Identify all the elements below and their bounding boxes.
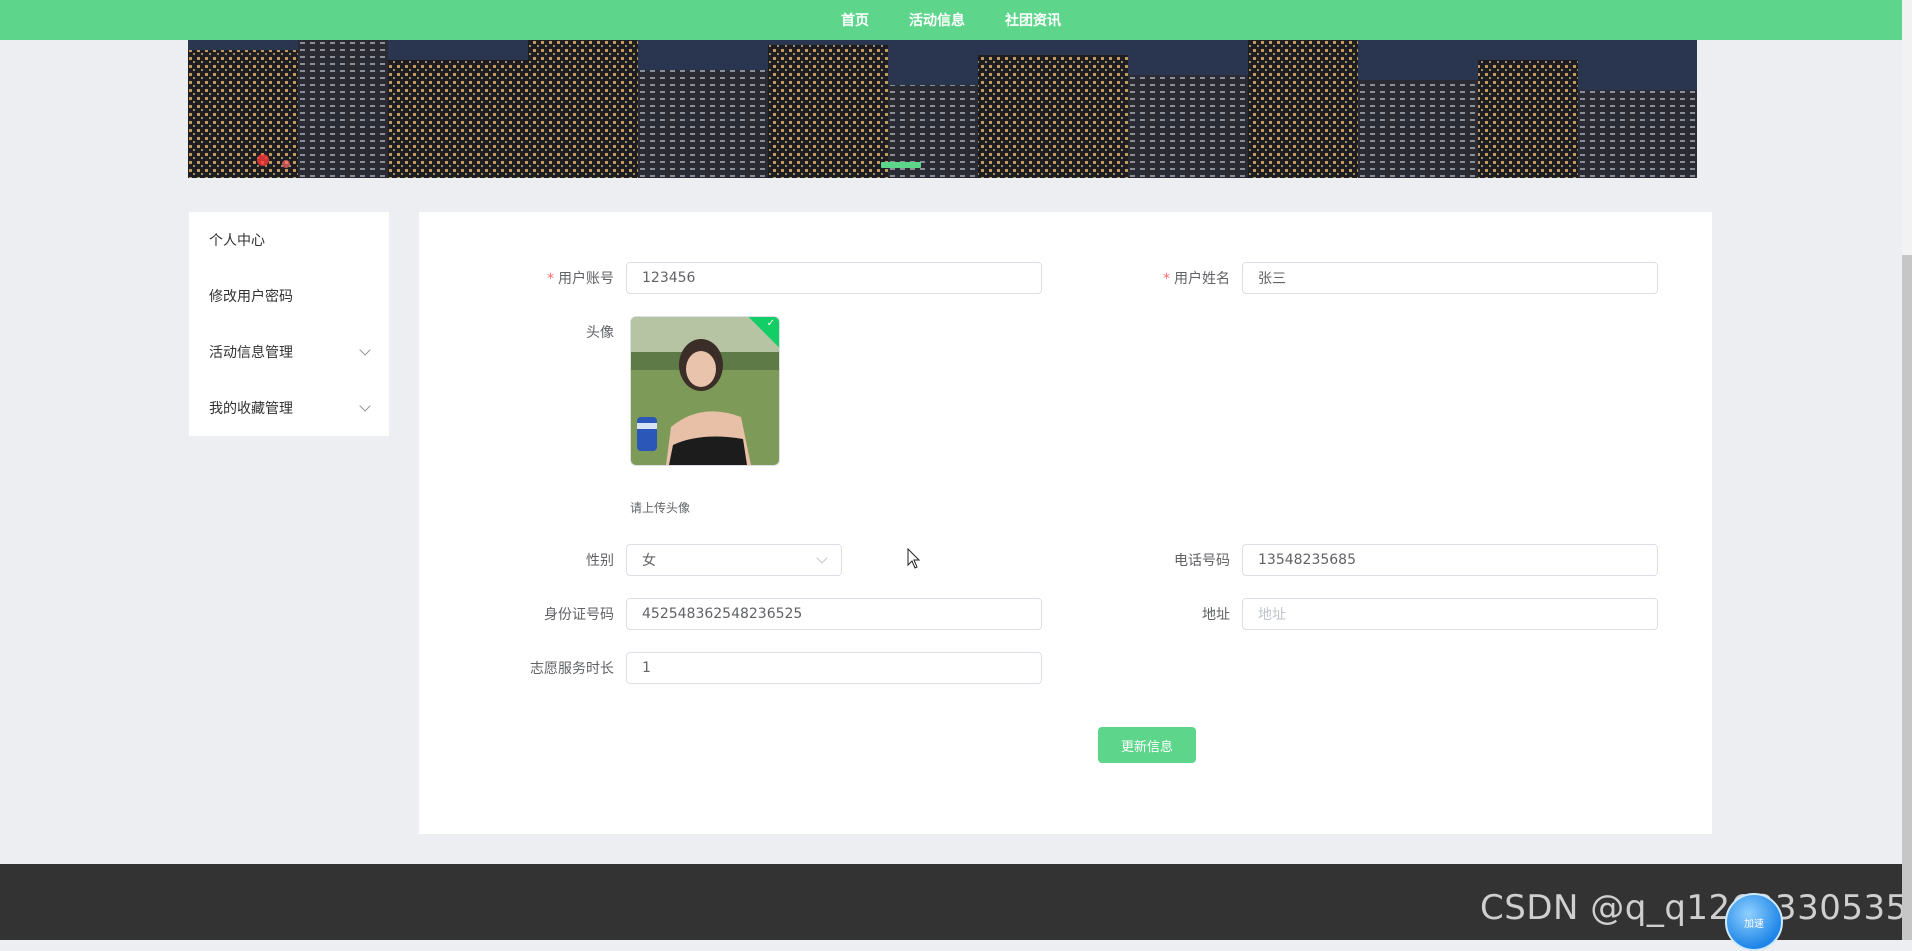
- chevron-down-icon: [359, 400, 371, 412]
- csdn-watermark: CSDN @q_q1262330535: [1480, 888, 1908, 928]
- avatar-uploader[interactable]: ✓: [630, 316, 780, 466]
- id-number-row: 身份证号码 452548362548236525: [504, 598, 1042, 630]
- phone-label: 电话号码: [1174, 553, 1230, 569]
- avatar-label: 头像: [586, 325, 614, 341]
- sidebar-item-label: 我的收藏管理: [209, 401, 293, 417]
- phone-input[interactable]: 13548235685: [1242, 544, 1658, 576]
- nav-item-activities[interactable]: 活动信息: [909, 10, 965, 30]
- profile-form-card: *用户账号 123456 *用户姓名 张三 头像 ✓ 请上传头像 性别 女: [419, 212, 1712, 834]
- sidebar-item-personal-center[interactable]: 个人中心: [189, 212, 389, 268]
- volunteer-hours-input[interactable]: 1: [626, 652, 1042, 684]
- avatar-image: [631, 317, 779, 465]
- chevron-down-icon: [816, 552, 828, 564]
- volunteer-hours-label: 志愿服务时长: [530, 661, 614, 677]
- nav-item-home[interactable]: 首页: [841, 10, 869, 30]
- gender-select[interactable]: 女: [626, 544, 842, 576]
- gender-row: 性别 女: [504, 544, 842, 576]
- sidebar-item-favorites-management[interactable]: 我的收藏管理: [189, 380, 389, 436]
- banner-carousel: [188, 40, 1697, 178]
- check-icon: ✓: [766, 318, 775, 329]
- address-input[interactable]: 地址: [1242, 598, 1658, 630]
- avatar-row: 头像: [504, 316, 626, 342]
- volunteer-hours-row: 志愿服务时长 1: [504, 652, 1042, 684]
- gender-label: 性别: [586, 553, 614, 569]
- top-nav: 首页 活动信息 社团资讯: [0, 0, 1902, 40]
- floating-accelerator-ball[interactable]: 加速: [1725, 893, 1783, 951]
- name-input[interactable]: 张三: [1242, 262, 1658, 294]
- avatar-hint: 请上传头像: [630, 501, 691, 515]
- sidebar-item-label: 修改用户密码: [209, 289, 293, 305]
- city-skyline-image: [188, 40, 1697, 178]
- sidebar-item-change-password[interactable]: 修改用户密码: [189, 268, 389, 324]
- sidebar-item-activity-management[interactable]: 活动信息管理: [189, 324, 389, 380]
- address-row: 地址 地址: [1120, 598, 1658, 630]
- sidebar-item-label: 活动信息管理: [209, 345, 293, 361]
- required-mark: *: [1163, 271, 1170, 287]
- account-row: * 用户账号 123456: [504, 262, 1042, 294]
- address-label: 地址: [1202, 607, 1230, 623]
- scrollbar-thumb[interactable]: [1902, 255, 1912, 940]
- mouse-cursor-icon: [907, 548, 921, 569]
- gender-value: 女: [642, 553, 656, 569]
- name-label: * 用户姓名: [1163, 271, 1230, 287]
- phone-row: 电话号码 13548235685: [1120, 544, 1658, 576]
- sidebar-menu: 个人中心 修改用户密码 活动信息管理 我的收藏管理: [189, 212, 389, 436]
- sidebar-item-label: 个人中心: [209, 233, 265, 249]
- nav-item-club-news[interactable]: 社团资讯: [1005, 10, 1061, 30]
- account-input[interactable]: 123456: [626, 262, 1042, 294]
- account-label: * 用户账号: [547, 271, 614, 287]
- page-scrollbar[interactable]: [1902, 0, 1912, 940]
- id-number-input[interactable]: 452548362548236525: [626, 598, 1042, 630]
- required-mark: *: [547, 271, 554, 287]
- name-row: * 用户姓名 张三: [1120, 262, 1658, 294]
- id-number-label: 身份证号码: [544, 607, 614, 623]
- update-info-button[interactable]: 更新信息: [1098, 727, 1196, 763]
- chevron-down-icon: [359, 344, 371, 356]
- carousel-indicator-active[interactable]: [881, 162, 921, 168]
